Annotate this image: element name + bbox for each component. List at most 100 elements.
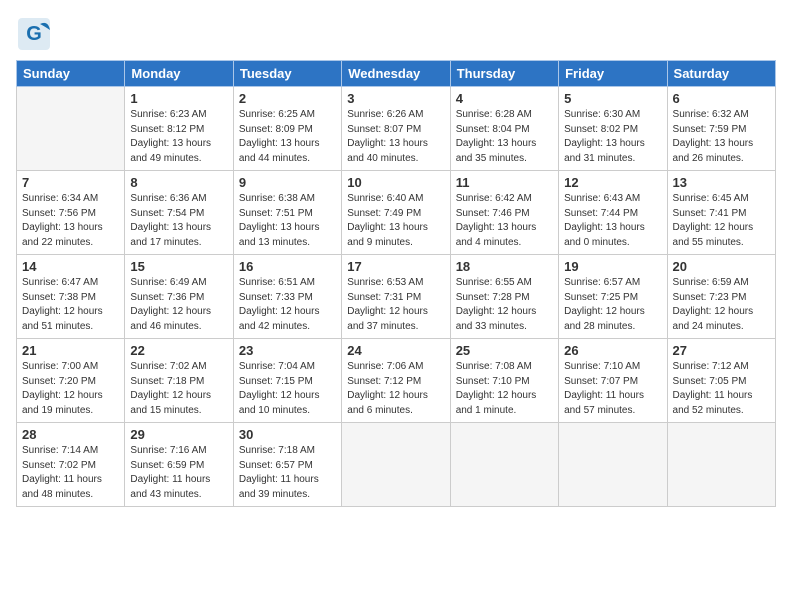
- calendar-cell: 4 Sunrise: 6:28 AM Sunset: 8:04 PM Daylig…: [450, 87, 558, 171]
- calendar-cell: [450, 423, 558, 507]
- calendar-cell: [559, 423, 667, 507]
- weekday-header-friday: Friday: [559, 61, 667, 87]
- day-info: Sunrise: 6:38 AM Sunset: 7:51 PM Dayligh…: [239, 192, 336, 250]
- day-number: 7: [22, 175, 119, 190]
- day-number: 8: [130, 175, 227, 190]
- calendar-cell: 9 Sunrise: 6:38 AM Sunset: 7:51 PM Daylig…: [233, 171, 341, 255]
- day-info: Sunrise: 6:28 AM Sunset: 8:04 PM Dayligh…: [456, 108, 553, 166]
- day-info: Sunrise: 6:36 AM Sunset: 7:54 PM Dayligh…: [130, 192, 227, 250]
- calendar-cell: 23 Sunrise: 7:04 AM Sunset: 7:15 PM Dayli…: [233, 339, 341, 423]
- day-number: 3: [347, 91, 444, 106]
- calendar-cell: 3 Sunrise: 6:26 AM Sunset: 8:07 PM Daylig…: [342, 87, 450, 171]
- day-number: 30: [239, 427, 336, 442]
- day-number: 28: [22, 427, 119, 442]
- day-number: 21: [22, 343, 119, 358]
- day-number: 18: [456, 259, 553, 274]
- calendar-cell: 6 Sunrise: 6:32 AM Sunset: 7:59 PM Daylig…: [667, 87, 775, 171]
- day-info: Sunrise: 6:23 AM Sunset: 8:12 PM Dayligh…: [130, 108, 227, 166]
- svg-text:G: G: [26, 23, 42, 45]
- day-number: 19: [564, 259, 661, 274]
- day-number: 5: [564, 91, 661, 106]
- calendar-cell: 24 Sunrise: 7:06 AM Sunset: 7:12 PM Dayli…: [342, 339, 450, 423]
- weekday-header-monday: Monday: [125, 61, 233, 87]
- day-number: 15: [130, 259, 227, 274]
- day-number: 27: [673, 343, 770, 358]
- logo: G: [16, 16, 56, 52]
- day-info: Sunrise: 7:04 AM Sunset: 7:15 PM Dayligh…: [239, 360, 336, 418]
- day-info: Sunrise: 7:06 AM Sunset: 7:12 PM Dayligh…: [347, 360, 444, 418]
- day-info: Sunrise: 6:43 AM Sunset: 7:44 PM Dayligh…: [564, 192, 661, 250]
- calendar-cell: [17, 87, 125, 171]
- calendar-cell: 8 Sunrise: 6:36 AM Sunset: 7:54 PM Daylig…: [125, 171, 233, 255]
- day-info: Sunrise: 6:49 AM Sunset: 7:36 PM Dayligh…: [130, 276, 227, 334]
- day-info: Sunrise: 6:55 AM Sunset: 7:28 PM Dayligh…: [456, 276, 553, 334]
- day-info: Sunrise: 7:00 AM Sunset: 7:20 PM Dayligh…: [22, 360, 119, 418]
- day-info: Sunrise: 6:25 AM Sunset: 8:09 PM Dayligh…: [239, 108, 336, 166]
- calendar-cell: 10 Sunrise: 6:40 AM Sunset: 7:49 PM Dayli…: [342, 171, 450, 255]
- week-row-1: 1 Sunrise: 6:23 AM Sunset: 8:12 PM Daylig…: [17, 87, 776, 171]
- day-info: Sunrise: 6:51 AM Sunset: 7:33 PM Dayligh…: [239, 276, 336, 334]
- calendar-cell: 7 Sunrise: 6:34 AM Sunset: 7:56 PM Daylig…: [17, 171, 125, 255]
- day-number: 25: [456, 343, 553, 358]
- day-info: Sunrise: 6:53 AM Sunset: 7:31 PM Dayligh…: [347, 276, 444, 334]
- day-info: Sunrise: 7:12 AM Sunset: 7:05 PM Dayligh…: [673, 360, 770, 418]
- day-number: 2: [239, 91, 336, 106]
- weekday-header-wednesday: Wednesday: [342, 61, 450, 87]
- calendar-cell: 17 Sunrise: 6:53 AM Sunset: 7:31 PM Dayli…: [342, 255, 450, 339]
- calendar-cell: 20 Sunrise: 6:59 AM Sunset: 7:23 PM Dayli…: [667, 255, 775, 339]
- week-row-3: 14Sunrise: 6:47 AM Sunset: 7:38 PM Dayli…: [17, 255, 776, 339]
- day-info: Sunrise: 7:18 AM Sunset: 6:57 PM Dayligh…: [239, 444, 336, 502]
- weekday-header-sunday: Sunday: [17, 61, 125, 87]
- calendar-cell: 25 Sunrise: 7:08 AM Sunset: 7:10 PM Dayli…: [450, 339, 558, 423]
- day-number: 12: [564, 175, 661, 190]
- day-number: 13: [673, 175, 770, 190]
- page-container: G SundayMondayTuesdayWednesdayThursdayFr…: [16, 16, 776, 507]
- calendar-cell: [342, 423, 450, 507]
- calendar-cell: 5 Sunrise: 6:30 AM Sunset: 8:02 PM Daylig…: [559, 87, 667, 171]
- calendar-cell: 22Sunrise: 7:02 AM Sunset: 7:18 PM Dayli…: [125, 339, 233, 423]
- day-number: 16: [239, 259, 336, 274]
- calendar-cell: 14Sunrise: 6:47 AM Sunset: 7:38 PM Dayli…: [17, 255, 125, 339]
- day-number: 20: [673, 259, 770, 274]
- calendar-cell: 16 Sunrise: 6:51 AM Sunset: 7:33 PM Dayli…: [233, 255, 341, 339]
- calendar-cell: 12 Sunrise: 6:43 AM Sunset: 7:44 PM Dayli…: [559, 171, 667, 255]
- calendar-cell: 2 Sunrise: 6:25 AM Sunset: 8:09 PM Daylig…: [233, 87, 341, 171]
- logo-icon: G: [16, 16, 52, 52]
- day-info: Sunrise: 6:34 AM Sunset: 7:56 PM Dayligh…: [22, 192, 119, 250]
- day-number: 26: [564, 343, 661, 358]
- day-number: 1: [130, 91, 227, 106]
- weekday-header-tuesday: Tuesday: [233, 61, 341, 87]
- day-info: Sunrise: 6:26 AM Sunset: 8:07 PM Dayligh…: [347, 108, 444, 166]
- day-info: Sunrise: 7:14 AM Sunset: 7:02 PM Dayligh…: [22, 444, 119, 502]
- weekday-header-saturday: Saturday: [667, 61, 775, 87]
- header: G: [16, 16, 776, 52]
- day-info: Sunrise: 7:10 AM Sunset: 7:07 PM Dayligh…: [564, 360, 661, 418]
- day-info: Sunrise: 6:30 AM Sunset: 8:02 PM Dayligh…: [564, 108, 661, 166]
- calendar-cell: 28 Sunrise: 7:14 AM Sunset: 7:02 PM Dayli…: [17, 423, 125, 507]
- day-info: Sunrise: 7:16 AM Sunset: 6:59 PM Dayligh…: [130, 444, 227, 502]
- day-info: Sunrise: 6:40 AM Sunset: 7:49 PM Dayligh…: [347, 192, 444, 250]
- day-number: 17: [347, 259, 444, 274]
- calendar-cell: 21 Sunrise: 7:00 AM Sunset: 7:20 PM Dayli…: [17, 339, 125, 423]
- day-info: Sunrise: 6:32 AM Sunset: 7:59 PM Dayligh…: [673, 108, 770, 166]
- day-number: 6: [673, 91, 770, 106]
- day-number: 14: [22, 259, 119, 274]
- calendar-cell: 30 Sunrise: 7:18 AM Sunset: 6:57 PM Dayli…: [233, 423, 341, 507]
- week-row-4: 21 Sunrise: 7:00 AM Sunset: 7:20 PM Dayli…: [17, 339, 776, 423]
- calendar-cell: 29Sunrise: 7:16 AM Sunset: 6:59 PM Dayli…: [125, 423, 233, 507]
- calendar-cell: 11Sunrise: 6:42 AM Sunset: 7:46 PM Dayli…: [450, 171, 558, 255]
- day-number: 23: [239, 343, 336, 358]
- day-info: Sunrise: 7:08 AM Sunset: 7:10 PM Dayligh…: [456, 360, 553, 418]
- day-number: 4: [456, 91, 553, 106]
- calendar-cell: 19Sunrise: 6:57 AM Sunset: 7:25 PM Dayli…: [559, 255, 667, 339]
- calendar-cell: 18 Sunrise: 6:55 AM Sunset: 7:28 PM Dayli…: [450, 255, 558, 339]
- day-info: Sunrise: 6:59 AM Sunset: 7:23 PM Dayligh…: [673, 276, 770, 334]
- weekday-header-thursday: Thursday: [450, 61, 558, 87]
- day-number: 10: [347, 175, 444, 190]
- day-number: 9: [239, 175, 336, 190]
- calendar-header-row: SundayMondayTuesdayWednesdayThursdayFrid…: [17, 61, 776, 87]
- calendar-table: SundayMondayTuesdayWednesdayThursdayFrid…: [16, 60, 776, 507]
- day-info: Sunrise: 6:42 AM Sunset: 7:46 PM Dayligh…: [456, 192, 553, 250]
- day-info: Sunrise: 6:45 AM Sunset: 7:41 PM Dayligh…: [673, 192, 770, 250]
- day-number: 24: [347, 343, 444, 358]
